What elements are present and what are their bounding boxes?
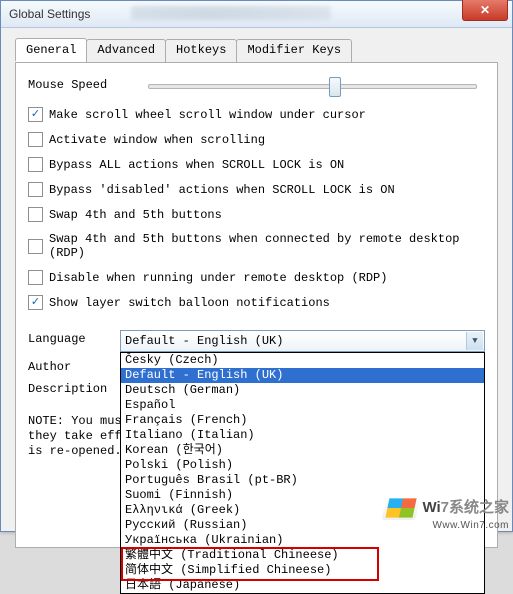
chevron-down-icon: ▼ (466, 332, 483, 350)
titlebar-blur (131, 6, 331, 20)
author-label: Author (28, 358, 120, 374)
language-option[interactable]: Français (French) (121, 413, 484, 428)
language-option[interactable]: Deutsch (German) (121, 383, 484, 398)
checkbox[interactable]: ✓ (28, 107, 43, 122)
tab-advanced[interactable]: Advanced (86, 39, 166, 62)
checkbox-label: Swap 4th and 5th buttons (49, 208, 222, 222)
checkbox-label: Make scroll wheel scroll window under cu… (49, 108, 366, 122)
note-line: they take effe (28, 429, 129, 443)
language-option[interactable]: Česky (Czech) (121, 353, 484, 368)
window-title: Global Settings (9, 7, 90, 21)
checkbox-row[interactable]: Swap 4th and 5th buttons (28, 207, 485, 222)
tab-hotkeys[interactable]: Hotkeys (165, 39, 237, 62)
note-line: NOTE: You must (28, 414, 129, 428)
checkbox-row[interactable]: Bypass 'disabled' actions when SCROLL LO… (28, 182, 485, 197)
checkbox[interactable]: ✓ (28, 295, 43, 310)
checkbox-label: Activate window when scrolling (49, 133, 265, 147)
language-option[interactable]: 日本語 (Japanese) (121, 578, 484, 593)
language-option[interactable]: Ελληνικά (Greek) (121, 503, 484, 518)
checkbox-label: Show layer switch balloon notifications (49, 296, 330, 310)
close-button[interactable]: ✕ (462, 0, 508, 21)
checkbox-row[interactable]: Bypass ALL actions when SCROLL LOCK is O… (28, 157, 485, 172)
checkbox-label: Bypass 'disabled' actions when SCROLL LO… (49, 183, 395, 197)
checkbox-label: Disable when running under remote deskto… (49, 271, 387, 285)
checkbox[interactable] (28, 182, 43, 197)
language-row: Language Default - English (UK) ▼ Česky … (28, 330, 485, 352)
language-option[interactable]: Korean (한국어) (121, 443, 484, 458)
language-combo-box[interactable]: Default - English (UK) ▼ (120, 330, 485, 352)
mouse-speed-label: Mouse Speed (28, 78, 148, 92)
checkbox-row[interactable]: Disable when running under remote deskto… (28, 270, 485, 285)
checkbox[interactable] (28, 207, 43, 222)
tab-modifier-keys[interactable]: Modifier Keys (236, 39, 352, 62)
checkbox[interactable] (28, 132, 43, 147)
slider-thumb[interactable] (329, 77, 341, 97)
checkbox-row[interactable]: Swap 4th and 5th buttons when connected … (28, 232, 485, 260)
slider-track (148, 84, 477, 89)
language-option[interactable]: Українська (Ukrainian) (121, 533, 484, 548)
mouse-speed-slider[interactable] (148, 75, 477, 95)
titlebar[interactable]: Global Settings ✕ (1, 1, 512, 28)
tab-label: Modifier Keys (247, 43, 341, 57)
window-content: General Advanced Hotkeys Modifier Keys M… (1, 28, 512, 558)
language-option[interactable]: Default - English (UK) (121, 368, 484, 383)
language-label: Language (28, 330, 120, 346)
general-panel: Mouse Speed ✓ Make scroll wheel scroll wi… (15, 62, 498, 548)
note-line: is re-opened. (28, 444, 122, 458)
checkbox-row[interactable]: ✓ Make scroll wheel scroll window under c… (28, 107, 485, 122)
checkbox[interactable] (28, 270, 43, 285)
checkbox-row[interactable]: ✓ Show layer switch balloon notifications (28, 295, 485, 310)
language-option[interactable]: Português Brasil (pt-BR) (121, 473, 484, 488)
close-icon: ✕ (480, 3, 490, 17)
language-option[interactable]: Suomi (Finnish) (121, 488, 484, 503)
description-label: Description (28, 380, 120, 396)
tab-strip: General Advanced Hotkeys Modifier Keys (15, 39, 498, 63)
tab-label: Hotkeys (176, 43, 226, 57)
language-option[interactable]: Polski (Polish) (121, 458, 484, 473)
checkbox[interactable] (28, 157, 43, 172)
tab-label: Advanced (97, 43, 155, 57)
language-combo[interactable]: Default - English (UK) ▼ Česky (Czech)De… (120, 330, 485, 352)
language-option[interactable]: Italiano (Italian) (121, 428, 484, 443)
language-option[interactable]: 简体中文 (Simplified Chineese) (121, 563, 484, 578)
language-dropdown[interactable]: Česky (Czech)Default - English (UK)Deuts… (120, 352, 485, 594)
language-option[interactable]: Русский (Russian) (121, 518, 484, 533)
language-option[interactable]: Español (121, 398, 484, 413)
checkbox[interactable] (28, 239, 43, 254)
checkbox-row[interactable]: Activate window when scrolling (28, 132, 485, 147)
language-option[interactable]: 繁體中文 (Traditional Chineese) (121, 548, 484, 563)
tab-general[interactable]: General (15, 38, 87, 61)
checkbox-label: Swap 4th and 5th buttons when connected … (49, 232, 485, 260)
settings-window: Global Settings ✕ General Advanced Hotke… (0, 0, 513, 532)
checkbox-label: Bypass ALL actions when SCROLL LOCK is O… (49, 158, 344, 172)
tab-label: General (26, 43, 76, 57)
mouse-speed-row: Mouse Speed (28, 75, 485, 95)
language-selected: Default - English (UK) (125, 334, 283, 348)
